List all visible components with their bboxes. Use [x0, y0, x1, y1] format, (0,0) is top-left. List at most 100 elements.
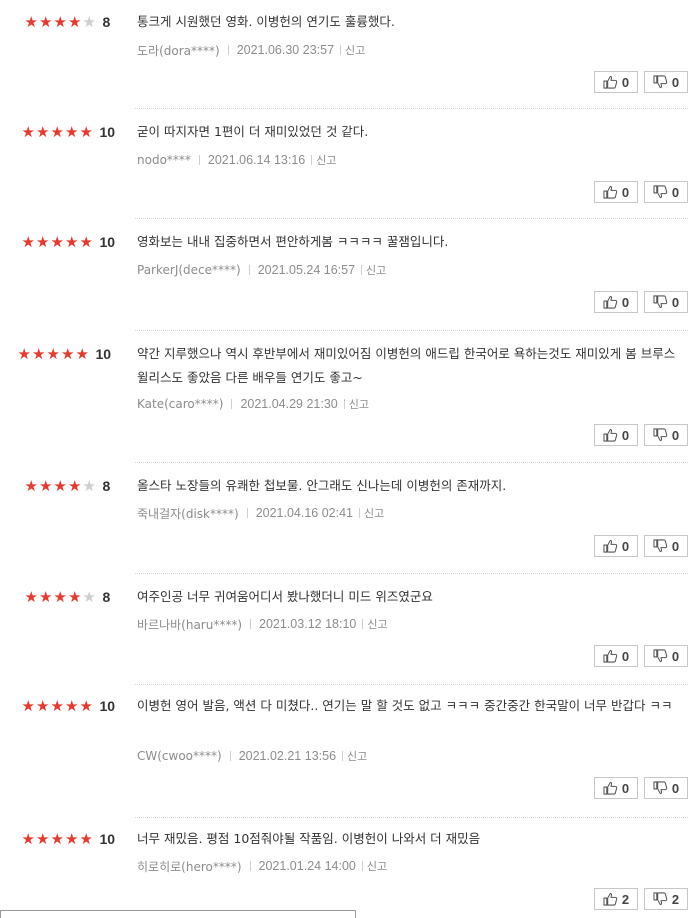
review-separator [135, 330, 688, 331]
thumbs-up-icon [603, 649, 622, 663]
star-icon: ★ [21, 696, 35, 715]
like-button[interactable]: 0 [594, 181, 638, 203]
like-count: 0 [621, 294, 630, 310]
divider [246, 508, 248, 518]
like-button[interactable]: 0 [594, 645, 638, 667]
review-meta: CW(cwoo****) 2021.02.21 13:56 신고 [137, 747, 367, 765]
star-rating: ★ ★ ★ ★ ★ [21, 122, 94, 141]
like-count: 0 [621, 184, 630, 200]
review-author: ParkerJ(dece****) [137, 263, 241, 277]
star-icon: ★ [68, 587, 82, 606]
like-button[interactable]: 2 [594, 888, 638, 910]
rating-score: ★ ★ ★ ★ ★ 10 [17, 344, 112, 364]
report-link[interactable]: 신고 [367, 858, 387, 874]
thumbs-down-icon [653, 781, 672, 795]
star-icon: ★ [36, 232, 50, 251]
dislike-button[interactable]: 0 [644, 181, 688, 203]
star-icon: ★ [79, 232, 93, 251]
review-text: 올스타 노장들의 유쾌한 첩보물. 안그래도 신나는데 이병헌의 존재까지. [137, 478, 507, 493]
review-meta: 도라(dora****) 2021.06.30 23:57 신고 [137, 41, 365, 59]
divider [342, 751, 344, 761]
review-separator [135, 218, 688, 219]
thumbs-up-icon [603, 75, 622, 89]
dislike-button[interactable]: 0 [644, 71, 688, 93]
rating-score: ★ ★ ★ ★ ★ 10 [21, 696, 116, 716]
rating-score: ★ ★ ★ ★ ★ 8 [24, 476, 111, 496]
like-count: 0 [621, 648, 630, 664]
review-meta: 히로히로(hero****) 2021.01.24 14:00 신고 [137, 857, 387, 875]
rating-number: 10 [95, 346, 112, 362]
report-link[interactable]: 신고 [347, 748, 367, 764]
rating-number: 8 [102, 14, 111, 30]
star-icon: ★ [61, 344, 75, 363]
like-button[interactable]: 0 [594, 71, 638, 93]
star-icon: ★ [50, 232, 64, 251]
report-link[interactable]: 신고 [366, 262, 386, 278]
review-date: 2021.02.21 13:56 [238, 749, 337, 763]
divider [359, 508, 361, 518]
star-icon: ★ [65, 122, 79, 141]
report-link[interactable]: 신고 [364, 505, 384, 521]
rating-number: 8 [102, 478, 111, 494]
star-icon: ★ [65, 829, 79, 848]
thumbs-up-icon [603, 539, 622, 553]
rating-score: ★ ★ ★ ★ ★ 10 [21, 232, 116, 252]
star-icon: ★ [17, 344, 31, 363]
star-icon: ★ [39, 12, 53, 31]
thumbs-down-icon [653, 428, 672, 442]
star-icon: ★ [50, 122, 64, 141]
dislike-button[interactable]: 0 [644, 291, 688, 313]
like-button[interactable]: 0 [594, 777, 638, 799]
dislike-button[interactable]: 0 [644, 535, 688, 557]
dislike-button[interactable]: 0 [644, 424, 688, 446]
dislike-button[interactable]: 2 [644, 888, 688, 910]
thumbs-up-icon [603, 781, 622, 795]
star-icon: ★ [39, 476, 53, 495]
report-link[interactable]: 신고 [349, 396, 369, 412]
star-icon: ★ [21, 122, 35, 141]
review-separator [135, 462, 688, 463]
like-button[interactable]: 0 [594, 291, 638, 313]
dislike-button[interactable]: 0 [644, 645, 688, 667]
star-icon: ★ [53, 587, 67, 606]
dislike-button[interactable]: 0 [644, 777, 688, 799]
star-icon: ★ [82, 587, 96, 606]
review-author: 바르나바(haru****) [137, 617, 243, 632]
report-link[interactable]: 신고 [316, 152, 336, 168]
divider [343, 399, 345, 409]
star-icon: ★ [39, 587, 53, 606]
review-text: 굳이 따지자면 1편이 더 재미있었던 것 같다. [137, 124, 369, 139]
star-icon: ★ [46, 344, 60, 363]
review-author: 도라(dora****) [137, 43, 220, 58]
report-link[interactable]: 신고 [367, 616, 387, 632]
review-separator [135, 684, 688, 685]
divider [340, 45, 342, 55]
star-icon: ★ [36, 696, 50, 715]
divider [362, 619, 364, 629]
review-date: 2021.06.14 13:16 [207, 153, 306, 167]
like-button[interactable]: 0 [594, 424, 638, 446]
star-icon: ★ [75, 344, 89, 363]
rating-score: ★ ★ ★ ★ ★ 10 [21, 122, 116, 142]
review-text: 여주인공 너무 귀여움어디서 봤나했더니 미드 위즈였군요 [137, 589, 433, 604]
star-icon: ★ [79, 829, 93, 848]
star-icon: ★ [50, 696, 64, 715]
star-rating: ★ ★ ★ ★ ★ [17, 344, 90, 363]
review-meta: nodo**** 2021.06.14 13:16 신고 [137, 151, 336, 169]
report-link[interactable]: 신고 [345, 42, 365, 58]
rating-number: 10 [99, 831, 116, 847]
review-author: nodo**** [137, 153, 191, 167]
thumbs-down-icon [653, 295, 672, 309]
like-button[interactable]: 0 [594, 535, 638, 557]
star-icon: ★ [50, 829, 64, 848]
like-count: 0 [621, 780, 630, 796]
star-rating: ★ ★ ★ ★ ★ [21, 829, 94, 848]
star-rating: ★ ★ ★ ★ ★ [21, 696, 94, 715]
rating-number: 10 [99, 124, 116, 140]
dislike-count: 0 [671, 74, 680, 90]
review-author: CW(cwoo****) [137, 749, 222, 763]
thumbs-down-icon [653, 75, 672, 89]
like-count: 2 [621, 891, 630, 907]
review-author: 죽내걸자(disk****) [137, 506, 239, 521]
review-date: 2021.05.24 16:57 [257, 263, 356, 277]
